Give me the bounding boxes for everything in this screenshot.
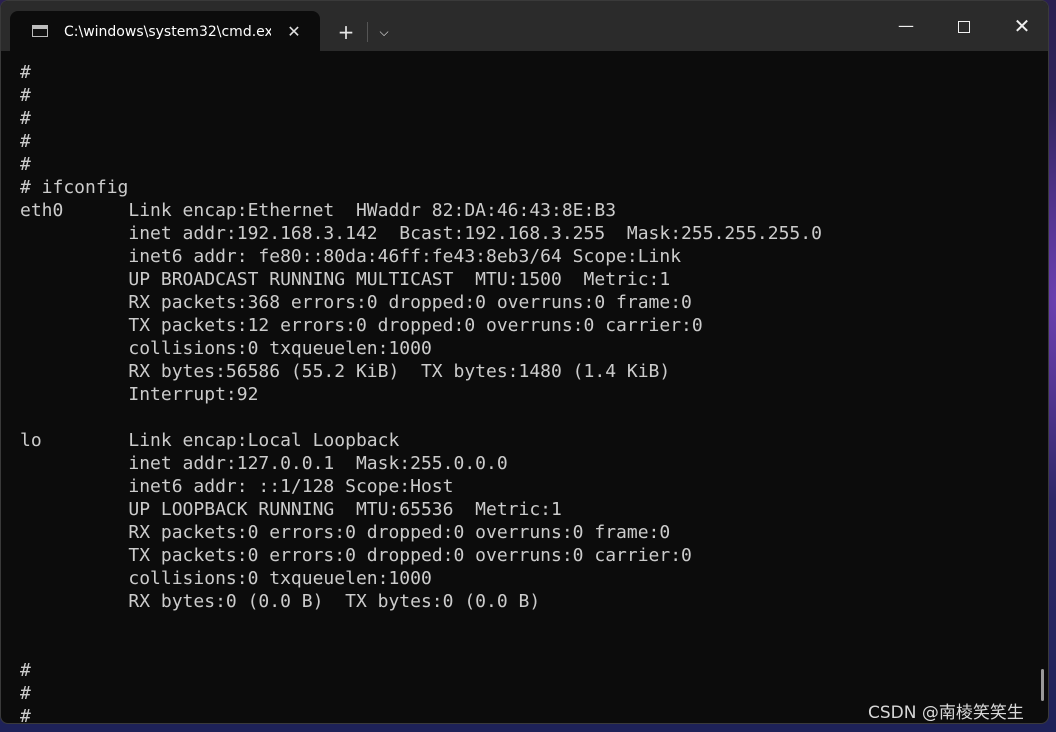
terminal-line: collisions:0 txqueuelen:1000: [20, 568, 432, 589]
terminal-line: eth0 Link encap:Ethernet HWaddr 82:DA:46…: [20, 200, 617, 221]
chevron-down-icon[interactable]: ⌵: [372, 21, 396, 43]
terminal-line: Interrupt:92: [20, 384, 259, 405]
terminal-window: C:\windows\system32\cmd.ex ✕ + ⌵ — ✕ # # #…: [0, 0, 1049, 724]
terminal-line: TX packets:0 errors:0 dropped:0 overruns…: [20, 545, 692, 566]
close-tab-icon[interactable]: ✕: [284, 22, 304, 42]
scrollbar-thumb[interactable]: [1041, 669, 1044, 701]
close-button[interactable]: ✕: [993, 1, 1048, 51]
maximize-button[interactable]: [935, 1, 993, 51]
maximize-icon: [958, 20, 970, 33]
terminal-line: RX packets:368 errors:0 dropped:0 overru…: [20, 292, 692, 313]
terminal-line: RX bytes:0 (0.0 B) TX bytes:0 (0.0 B): [20, 591, 541, 612]
terminal-line: UP LOOPBACK RUNNING MTU:65536 Metric:1: [20, 499, 562, 520]
minimize-button[interactable]: —: [877, 1, 935, 51]
terminal-line: RX packets:0 errors:0 dropped:0 overruns…: [20, 522, 671, 543]
tab-cmd[interactable]: C:\windows\system32\cmd.ex ✕: [10, 11, 320, 51]
terminal-line: #: [20, 108, 31, 129]
tab-divider: [367, 22, 368, 42]
terminal-line: #: [20, 154, 31, 175]
terminal-line: collisions:0 txqueuelen:1000: [20, 338, 432, 359]
terminal-line: #: [20, 660, 31, 681]
terminal-line: inet addr:192.168.3.142 Bcast:192.168.3.…: [20, 223, 822, 244]
terminal-line: #: [20, 131, 31, 152]
terminal-output[interactable]: # # # # # # ifconfig eth0 Link encap:Ethernet …: [20, 61, 1028, 723]
terminal-line: inet addr:127.0.0.1 Mask:255.0.0.0: [20, 453, 508, 474]
cmd-icon: [32, 25, 48, 37]
terminal-line: inet6 addr: ::1/128 Scope:Host: [20, 476, 454, 497]
terminal-line: #: [20, 62, 31, 83]
terminal-line: TX packets:12 errors:0 dropped:0 overrun…: [20, 315, 703, 336]
watermark: CSDN @南棱笑笑生: [868, 703, 1024, 723]
terminal-line: RX bytes:56586 (55.2 KiB) TX bytes:1480 …: [20, 361, 671, 382]
terminal-line: lo Link encap:Local Loopback: [20, 430, 400, 451]
title-bar[interactable]: C:\windows\system32\cmd.ex ✕ + ⌵ — ✕: [1, 1, 1048, 51]
new-tab-button[interactable]: +: [328, 17, 364, 47]
terminal-line: inet6 addr: fe80::80da:46ff:fe43:8eb3/64…: [20, 246, 682, 267]
tab-title: C:\windows\system32\cmd.ex: [64, 24, 271, 40]
terminal-line: # ifconfig: [20, 177, 129, 198]
terminal-line: #: [20, 85, 31, 106]
terminal-line: UP BROADCAST RUNNING MULTICAST MTU:1500 …: [20, 269, 671, 290]
